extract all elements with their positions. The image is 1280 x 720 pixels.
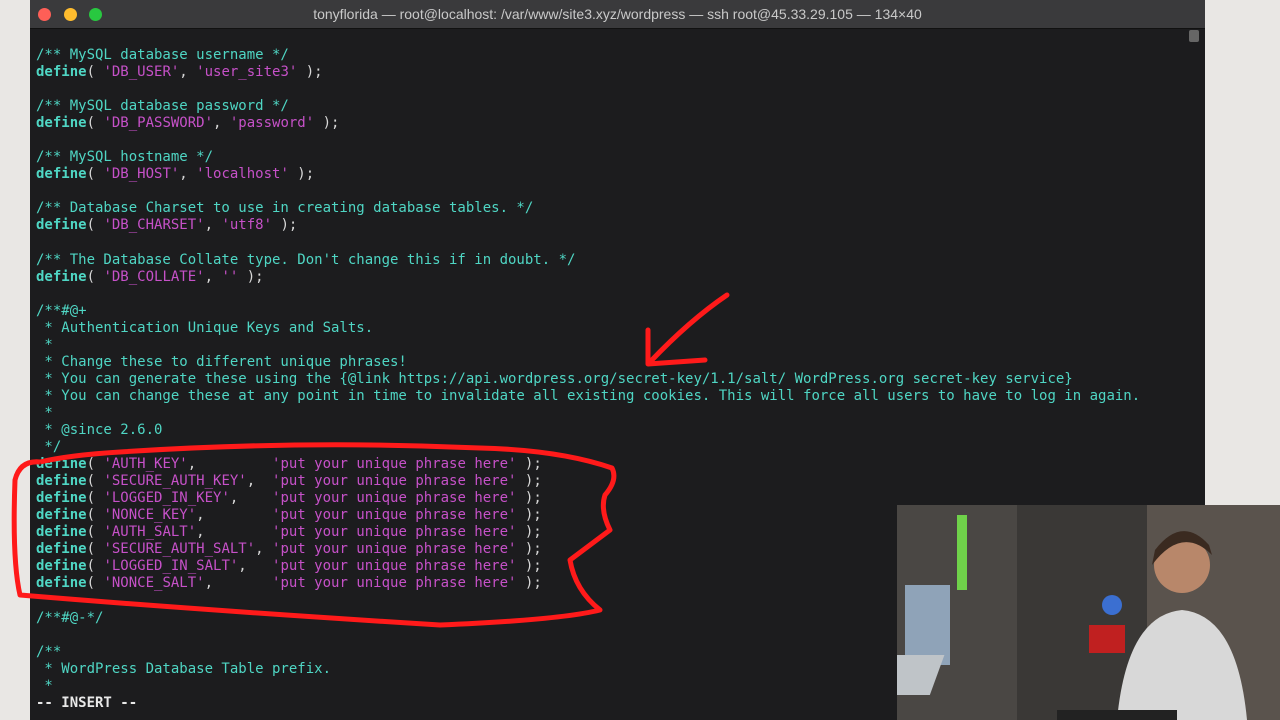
annotation-highlight-loop [11, 442, 617, 628]
annotation-arrow-icon [645, 292, 730, 367]
red-annotation-overlay [11, 292, 730, 628]
